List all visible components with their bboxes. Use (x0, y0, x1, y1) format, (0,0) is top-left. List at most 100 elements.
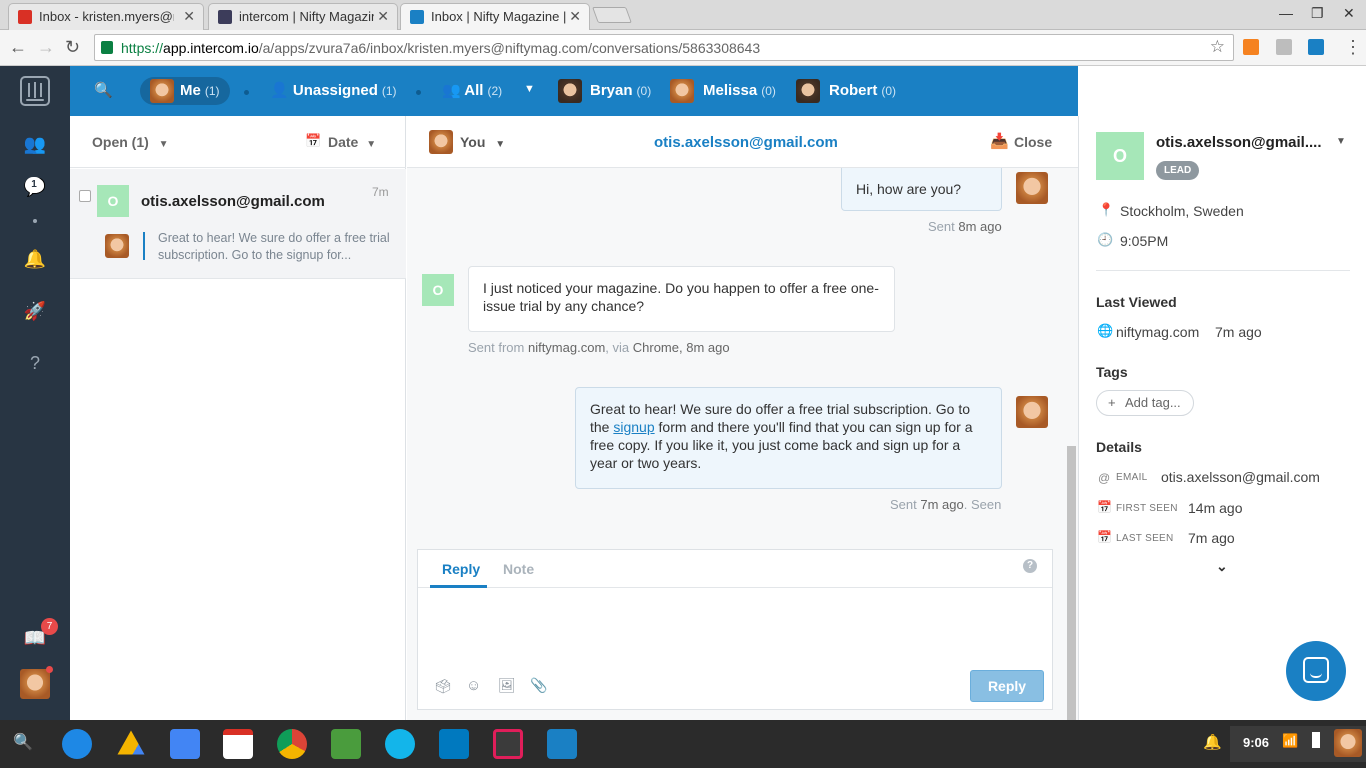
extension-icon[interactable] (1243, 39, 1259, 55)
menu-icon[interactable]: ⋮ (1344, 37, 1362, 57)
at-sign-icon: @ (1098, 471, 1111, 485)
gmail-app-icon[interactable] (223, 729, 253, 759)
preview-bar (143, 232, 145, 260)
filter-unassigned[interactable]: 👤 Unassigned (1) (270, 77, 397, 105)
evernote-app-icon[interactable] (331, 729, 361, 759)
messenger-launcher-button[interactable] (1286, 641, 1346, 701)
clock: 9:06 (1243, 735, 1270, 750)
bookmark-star-icon[interactable]: ☆ (1210, 37, 1225, 57)
gmail-icon (18, 10, 32, 24)
filter-count: (0) (881, 84, 897, 98)
nav-separator (33, 219, 37, 223)
clock-icon: 🕘 (1097, 232, 1114, 247)
emoji-icon[interactable]: ☺ (466, 677, 481, 694)
back-icon[interactable]: ← (9, 37, 27, 57)
conversation-list: Open (1) ▼ 📅 Date ▼ O otis.axelsson@gmai… (70, 116, 406, 720)
add-tag-button[interactable]: + Add tag... (1096, 390, 1194, 416)
browser-tab-strip: Inbox - kristen.myers@niftymag.com ✕ int… (0, 0, 1366, 31)
detail-value-email: otis.axelsson@gmail.com (1161, 469, 1320, 485)
chrome-app-icon[interactable] (277, 729, 307, 759)
current-user-avatar[interactable] (20, 669, 50, 699)
sort-dropdown[interactable]: Date ▼ (328, 134, 376, 150)
send-reply-button[interactable]: Reply (970, 670, 1044, 702)
extension-icon[interactable] (1276, 39, 1292, 55)
intercom-logo-icon[interactable] (20, 76, 50, 106)
local-time: 9:05PM (1120, 233, 1169, 249)
intercom-extension-icon[interactable] (1308, 39, 1324, 55)
browser-tab-gmail[interactable]: Inbox - kristen.myers@niftymag.com ✕ (8, 3, 204, 30)
last-viewed-site[interactable]: niftymag.com (1116, 324, 1199, 340)
wifi-icon: 📶 (1282, 733, 1299, 748)
assignee-dropdown[interactable]: You ▼ (460, 134, 505, 150)
xero-app-icon[interactable] (385, 729, 415, 759)
agent-avatar (1016, 396, 1048, 428)
detail-value-last-seen: 7m ago (1188, 530, 1235, 546)
avatar (670, 79, 694, 103)
slack-app-icon[interactable] (493, 729, 523, 759)
close-button[interactable]: Close (1014, 134, 1052, 150)
browser-tab-intercom-slack[interactable]: intercom | Nifty Magazine ✕ (208, 3, 398, 30)
help-icon[interactable]: ? (1023, 559, 1037, 573)
inbox-tray-icon[interactable]: 🗳 (434, 678, 452, 695)
browser-tab-intercom-inbox[interactable]: Inbox | Nifty Magazine | Intercom ✕ (400, 3, 590, 31)
trello-app-icon[interactable] (439, 729, 469, 759)
filter-me[interactable]: Me (1) (140, 77, 230, 105)
reply-textarea[interactable] (418, 589, 1052, 665)
address-bar[interactable]: https://app.intercom.io/a/apps/zvura7a6/… (94, 34, 1234, 61)
close-window-icon[interactable]: ✕ (1343, 5, 1355, 22)
help-icon[interactable]: ? (23, 351, 47, 375)
conversation-scrollbar[interactable] (1067, 446, 1076, 720)
location-text: Stockholm, Sweden (1120, 203, 1244, 219)
filter-robert[interactable]: Robert (0) (796, 77, 896, 105)
filter-count: (0) (636, 84, 652, 98)
status-filter-dropdown[interactable]: Open (1) ▼ (92, 134, 169, 150)
tab-title: Inbox - kristen.myers@niftymag.com (39, 9, 174, 24)
chevron-down-icon[interactable]: ▼ (1336, 136, 1346, 147)
filter-bryan[interactable]: Bryan (0) (558, 77, 651, 105)
chevron-down-icon[interactable]: ▼ (524, 83, 535, 95)
image-icon[interactable]: 🖼 (498, 677, 516, 694)
slack-icon (218, 10, 232, 24)
close-tab-icon[interactable]: ✕ (377, 4, 389, 29)
user-profile-pane: O otis.axelsson@gmail.... ▼ LEAD 📍 Stock… (1078, 116, 1366, 720)
filter-melissa[interactable]: Melissa (0) (670, 77, 776, 105)
reload-icon[interactable]: ↻ (65, 37, 80, 57)
people-icon[interactable]: 👥 (23, 132, 47, 156)
calendar-app-icon[interactable] (170, 729, 200, 759)
list-header: Open (1) ▼ 📅 Date ▼ (70, 116, 406, 168)
google-drive-icon[interactable] (117, 730, 145, 755)
separator-dot (416, 90, 421, 95)
bell-icon[interactable]: 🔔 (23, 247, 47, 271)
filter-label: Unassigned (292, 82, 378, 99)
list-item[interactable]: O otis.axelsson@gmail.com 7m Great to he… (70, 169, 406, 279)
minimize-icon[interactable]: — (1279, 5, 1293, 21)
plus-icon: + (1108, 395, 1116, 410)
url-text: https://app.intercom.io/a/apps/zvura7a6/… (121, 40, 761, 56)
rocket-icon[interactable]: 🚀 (23, 299, 47, 323)
notifications-icon[interactable]: 🔔 (1203, 733, 1222, 751)
new-tab-button[interactable] (592, 7, 632, 23)
reply-composer: Reply Note ? 🗳 ☺ 🖼 📎 Reply (417, 549, 1053, 710)
expand-details-icon[interactable]: ⌄ (1216, 558, 1228, 575)
filter-label: Robert (829, 82, 878, 99)
files-app-icon[interactable] (62, 729, 92, 759)
attachment-icon[interactable]: 📎 (530, 677, 547, 694)
lead-avatar: O (1096, 132, 1144, 180)
signup-link[interactable]: signup (613, 419, 654, 435)
search-icon[interactable]: 🔍 (94, 81, 113, 99)
lead-avatar: O (422, 274, 454, 306)
maximize-icon[interactable]: ❐ (1311, 5, 1324, 22)
intercom-app-icon[interactable] (547, 729, 577, 759)
select-checkbox[interactable] (79, 190, 91, 202)
close-tab-icon[interactable]: ✕ (569, 4, 581, 29)
forward-icon[interactable]: → (37, 37, 55, 57)
close-tab-icon[interactable]: ✕ (183, 4, 195, 29)
tab-reply[interactable]: Reply (442, 561, 480, 577)
close-conversation-icon[interactable]: 📥 (990, 132, 1009, 150)
source-site-link[interactable]: niftymag.com (528, 340, 605, 355)
filter-all[interactable]: 👥 All (2) (442, 77, 502, 105)
search-icon[interactable]: 🔍 (13, 732, 33, 752)
tab-note[interactable]: Note (503, 561, 534, 577)
message-text: I just noticed your magazine. Do you hap… (483, 280, 879, 314)
user-avatar[interactable] (1334, 729, 1362, 757)
